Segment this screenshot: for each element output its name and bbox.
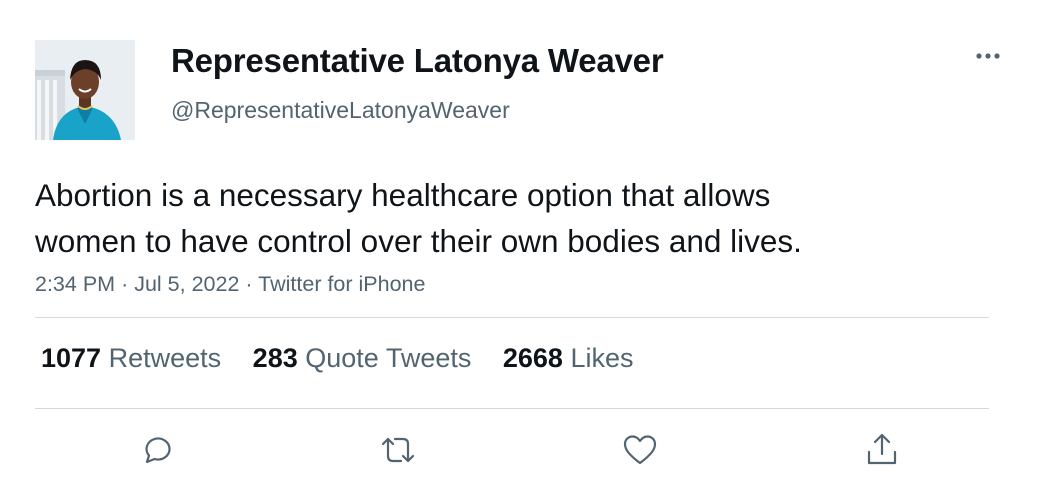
share-icon[interactable]: [862, 430, 902, 470]
reply-icon[interactable]: [136, 430, 176, 470]
tweet-time[interactable]: 2:34 PM: [35, 272, 115, 296]
tweet-meta: 2:34 PM · Jul 5, 2022 · Twitter for iPho…: [35, 272, 425, 297]
meta-separator: ·: [245, 272, 253, 296]
likes-label: Likes: [570, 343, 634, 373]
like-icon[interactable]: [620, 430, 660, 470]
tweet-card: Representative Latonya Weaver @Represent…: [0, 0, 1050, 480]
likes-stat[interactable]: 2668 Likes: [503, 343, 634, 374]
tweet-text: Abortion is a necessary healthcare optio…: [35, 177, 802, 259]
meta-separator: ·: [121, 272, 129, 296]
quote-tweets-stat[interactable]: 283 Quote Tweets: [253, 343, 472, 374]
likes-count: 2668: [502, 343, 563, 373]
tweet-date[interactable]: Jul 5, 2022: [134, 272, 239, 296]
retweets-stat[interactable]: 1077 Retweets: [41, 343, 221, 374]
tweet-source[interactable]: Twitter for iPhone: [258, 272, 425, 296]
more-options-icon[interactable]: [972, 44, 1006, 68]
retweets-label: Retweets: [108, 343, 222, 373]
quote-tweets-count: 283: [252, 343, 298, 373]
retweets-count: 1077: [41, 343, 102, 373]
display-name[interactable]: Representative Latonya Weaver: [171, 42, 664, 80]
quote-tweets-label: Quote Tweets: [305, 343, 472, 373]
divider: [35, 317, 989, 318]
avatar[interactable]: [35, 40, 135, 140]
user-handle[interactable]: @RepresentativeLatonyaWeaver: [171, 97, 510, 124]
divider: [35, 408, 989, 409]
retweet-icon[interactable]: [378, 430, 418, 470]
engagement-stats: 1077 Retweets 283 Quote Tweets 2668 Like…: [41, 343, 658, 374]
